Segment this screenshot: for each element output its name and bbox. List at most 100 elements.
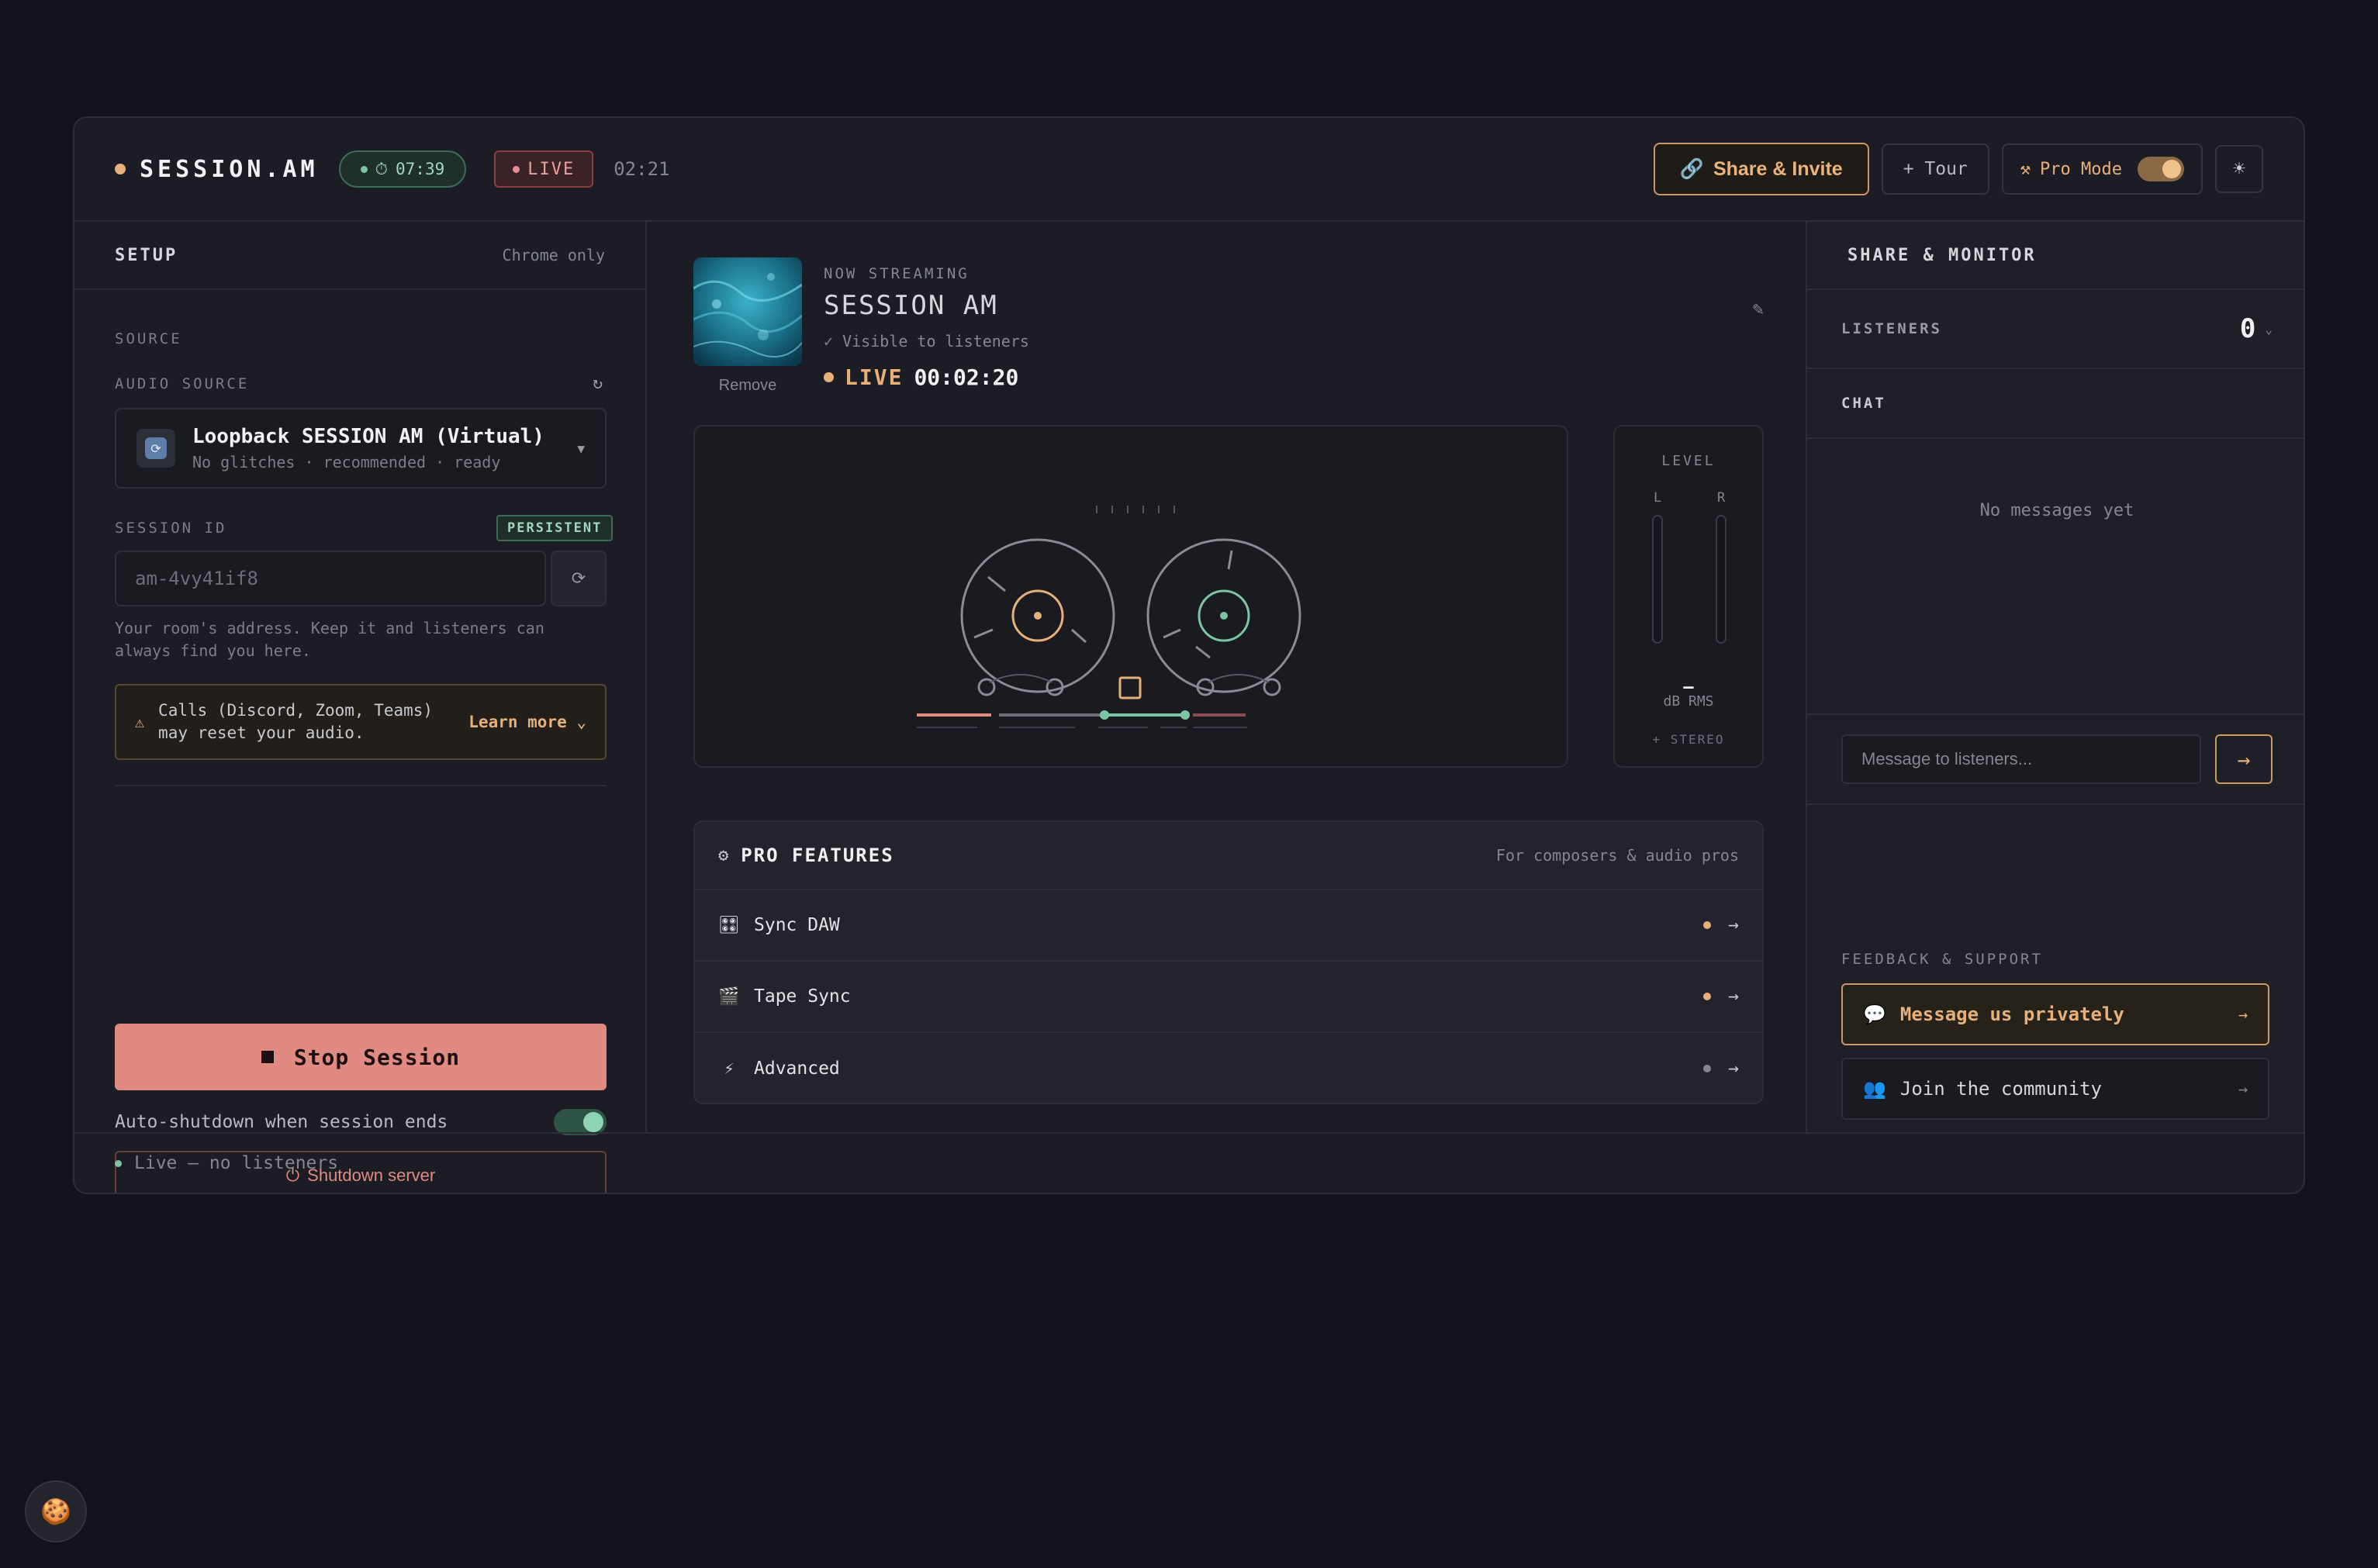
theme-toggle-button[interactable]: ☀: [2215, 145, 2263, 193]
chat-placeholder: Message to listeners...: [1861, 749, 2033, 768]
share-monitor-header: SHARE & MONITOR: [1807, 222, 2304, 290]
audio-source-label: AUDIO SOURCE: [115, 375, 250, 392]
learn-more-link[interactable]: Learn more ⌄: [468, 711, 586, 734]
chat-message-input[interactable]: Message to listeners...: [1841, 734, 2201, 784]
share-monitor-panel: SHARE & MONITOR LISTENERS 0 ⌄ CHAT No me…: [1806, 222, 2304, 1134]
setup-panel: SETUP Chrome only SOURCE AUDIO SOURCE ↻ …: [74, 222, 647, 1193]
join-community-button[interactable]: 👥 Join the community →: [1841, 1058, 2269, 1120]
feedback-label: FEEDBACK & SUPPORT: [1841, 951, 2043, 968]
refresh-sources-icon[interactable]: ↻: [593, 374, 603, 393]
daw-grid-icon: 🎛: [718, 915, 740, 935]
message-privately-label: Message us privately: [1899, 1003, 2124, 1025]
audio-source-select[interactable]: ⟳ Loopback SESSION AM (Virtual) No glitc…: [115, 408, 607, 489]
session-id-value: am-4vy41if8: [135, 568, 258, 589]
calls-warning: ⚠ Calls (Discord, Zoom, Teams) may reset…: [115, 684, 607, 760]
share-invite-button[interactable]: 🔗 Share & Invite: [1653, 143, 1869, 195]
left-channel-label: L: [1654, 490, 1662, 506]
arrow-right-icon: →: [1728, 1059, 1739, 1079]
tour-button[interactable]: + Tour: [1881, 143, 1989, 195]
pro-mode-switch[interactable]: [2138, 157, 2184, 181]
top-bar: SESSION.AM ⏱ 07:39 LIVE 02:21 🔗 Share & …: [74, 118, 2304, 222]
pro-feature-label: Tape Sync: [754, 986, 851, 1007]
status-dot: [115, 1159, 122, 1167]
warning-text: Calls (Discord, Zoom, Teams) may reset y…: [158, 701, 434, 742]
brand-dot: [115, 164, 126, 174]
chat-compose: Message to listeners... →: [1807, 713, 2304, 805]
message-privately-button[interactable]: 💬 Message us privately →: [1841, 983, 2269, 1045]
chat-empty-state: No messages yet: [1979, 501, 2134, 520]
listeners-row[interactable]: LISTENERS 0 ⌄: [1807, 290, 2304, 369]
session-timer: ⏱ 07:39: [338, 150, 467, 188]
persistent-badge: PERSISTENT: [496, 515, 614, 541]
session-id-help: Your room's address. Keep it and listene…: [115, 619, 544, 660]
timer-value: 07:39: [396, 160, 445, 178]
chevron-down-icon: ▼: [577, 440, 585, 456]
share-monitor-title: SHARE & MONITOR: [1847, 245, 2037, 265]
setup-title: SETUP: [115, 245, 178, 265]
edit-title-icon[interactable]: ✎: [1753, 298, 1764, 319]
live-badge: LIVE: [494, 150, 594, 188]
stereo-label: + STEREO: [1652, 732, 1725, 747]
share-invite-label: Share & Invite: [1713, 157, 1843, 180]
speech-bubble-icon: 💬: [1863, 1003, 1886, 1025]
session-id-label: SESSION ID: [115, 520, 227, 537]
tape-visualizer: [693, 425, 1568, 768]
arrow-right-icon: →: [1728, 986, 1739, 1007]
wand-icon: ⚒: [2020, 159, 2031, 179]
chat-label: CHAT: [1841, 395, 1886, 412]
elapsed-time: 02:21: [614, 158, 670, 180]
switch-knob: [583, 1112, 603, 1132]
live-badge-label: LIVE: [527, 159, 575, 179]
source-section-label: SOURCE: [115, 330, 182, 347]
send-message-button[interactable]: →: [2215, 734, 2273, 784]
people-icon: 👥: [1863, 1078, 1886, 1100]
audio-source-name: Loopback SESSION AM (Virtual): [192, 425, 544, 448]
arrow-right-icon: →: [2238, 1079, 2248, 1098]
cookie-settings-button[interactable]: 🍪: [25, 1480, 87, 1542]
stream-title[interactable]: SESSION AM: [824, 290, 998, 321]
remove-art-button[interactable]: Remove: [693, 377, 802, 395]
brand-title: SESSION.AM: [140, 155, 319, 183]
pro-feature-label: Advanced: [754, 1059, 840, 1079]
warning-icon: ⚠: [135, 712, 145, 731]
chat-header: CHAT: [1807, 369, 2304, 439]
pro-feature-sync-daw[interactable]: 🎛 Sync DAW →: [695, 890, 1762, 962]
browser-note: Chrome only: [502, 246, 605, 264]
live-status: LIVE 00:02:20: [824, 364, 1018, 390]
sun-icon: ☀: [2233, 157, 2245, 181]
regenerate-id-button[interactable]: ⟳: [551, 551, 607, 606]
pro-features-subtitle: For composers & audio pros: [1495, 846, 1739, 865]
left-level-bar: [1652, 515, 1663, 644]
auto-shutdown-switch[interactable]: [554, 1109, 607, 1135]
status-footer: Live — no listeners: [74, 1132, 2304, 1193]
cover-art[interactable]: [693, 257, 802, 366]
live-dot: [513, 165, 520, 173]
arrow-right-icon: →: [2237, 746, 2251, 772]
setup-header: SETUP Chrome only: [74, 222, 645, 290]
tour-label: + Tour: [1903, 159, 1968, 179]
app-window: SESSION.AM ⏱ 07:39 LIVE 02:21 🔗 Share & …: [73, 116, 2305, 1194]
right-level-bar: [1716, 515, 1726, 644]
tape-reels-graphic: [917, 506, 1301, 728]
chevron-down-icon: ⌄: [2265, 321, 2273, 337]
footer-status: Live — no listeners: [134, 1153, 339, 1173]
clock-icon: ⏱: [375, 159, 389, 178]
arrow-right-icon: →: [2238, 1005, 2248, 1024]
link-icon: 🔗: [1679, 157, 1704, 180]
live-timecode: 00:02:20: [914, 364, 1019, 390]
pro-feature-advanced[interactable]: ⚡ Advanced →: [695, 1033, 1762, 1103]
pro-features-header: ⚙ PRO FEATURES For composers & audio pro…: [695, 822, 1762, 890]
now-streaming-label: NOW STREAMING: [824, 265, 970, 282]
stop-session-button[interactable]: Stop Session: [115, 1024, 607, 1090]
auto-shutdown-row: Auto-shutdown when session ends: [115, 1109, 607, 1135]
session-id-field[interactable]: am-4vy41if8: [115, 551, 546, 606]
auto-shutdown-label: Auto-shutdown when session ends: [115, 1112, 448, 1132]
pro-feature-tape-sync[interactable]: 🎬 Tape Sync →: [695, 962, 1762, 1033]
db-rms-label: dB RMS: [1663, 693, 1714, 710]
listeners-label: LISTENERS: [1841, 320, 1942, 337]
level-meter: LEVEL L R — dB RMS + STEREO: [1613, 425, 1764, 768]
status-dot: [1703, 1065, 1712, 1072]
pro-mode-toggle[interactable]: ⚒ Pro Mode: [2001, 143, 2203, 195]
stop-icon: [261, 1051, 274, 1063]
audio-source-status: No glitches · recommended · ready: [192, 453, 501, 471]
